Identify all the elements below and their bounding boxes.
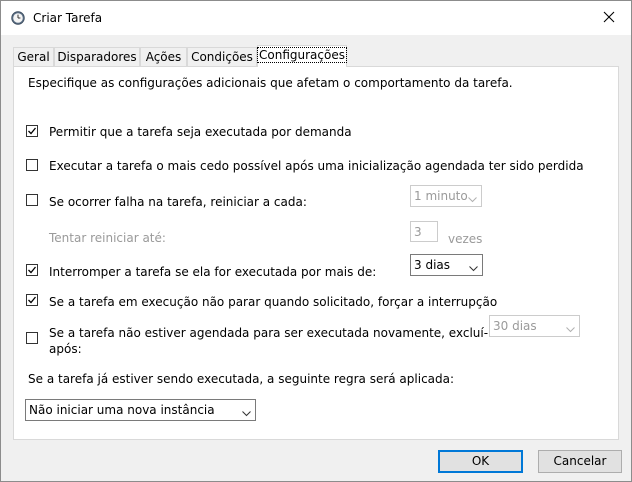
run-after-missed-label: Executar a tarefa o mais cedo possível a…	[49, 159, 584, 173]
force-stop-label: Se a tarefa em execução não parar quando…	[49, 295, 498, 309]
chevron-down-icon	[242, 406, 251, 420]
stop-after-select[interactable]: 3 dias	[410, 254, 483, 276]
chevron-down-icon	[469, 261, 478, 275]
chevron-down-icon	[566, 322, 575, 336]
delete-if-not-scheduled-label-cont: após:	[49, 342, 82, 356]
delete-if-not-scheduled-checkbox[interactable]	[26, 332, 38, 344]
tab-acoes[interactable]: Ações	[140, 47, 187, 66]
cancel-button[interactable]: Cancelar	[538, 450, 622, 473]
allow-on-demand-label: Permitir que a tarefa seja executada por…	[49, 125, 352, 139]
close-button[interactable]	[587, 1, 631, 35]
retry-unit-label: vezes	[448, 232, 483, 246]
ok-button[interactable]: OK	[438, 450, 523, 473]
tab-disparadores[interactable]: Disparadores	[54, 47, 140, 66]
tab-condicoes[interactable]: Condições	[187, 47, 257, 66]
restart-on-failure-checkbox[interactable]	[26, 194, 38, 206]
retry-label: Tentar reiniciar até:	[49, 231, 166, 245]
delete-after-select[interactable]: 30 dias	[489, 315, 580, 337]
clock-icon	[11, 11, 25, 25]
tab-configuracoes[interactable]: Configurações	[257, 45, 347, 67]
settings-panel: Especifique as configurações adicionais …	[13, 66, 619, 440]
run-after-missed-checkbox[interactable]	[26, 159, 38, 171]
close-icon	[603, 11, 615, 26]
title-bar: Criar Tarefa	[1, 1, 631, 35]
settings-description: Especifique as configurações adicionais …	[28, 76, 513, 90]
force-stop-checkbox[interactable]	[26, 294, 38, 306]
delete-if-not-scheduled-label: Se a tarefa não estiver agendada para se…	[49, 326, 499, 340]
window-title: Criar Tarefa	[33, 11, 103, 25]
chevron-down-icon	[468, 192, 477, 206]
restart-on-failure-label: Se ocorrer falha na tarefa, reiniciar a …	[49, 195, 307, 209]
tab-geral[interactable]: Geral	[13, 47, 54, 66]
stop-if-runs-longer-label: Interromper a tarefa se ela for executad…	[49, 265, 377, 279]
allow-on-demand-checkbox[interactable]	[26, 125, 38, 137]
retry-count-input[interactable]: 3	[410, 221, 438, 242]
stop-if-runs-longer-checkbox[interactable]	[26, 264, 38, 276]
rule-select[interactable]: Não iniciar uma nova instância	[25, 399, 256, 421]
create-task-dialog: Criar Tarefa Geral Disparadores Ações Co…	[0, 0, 632, 482]
restart-interval-select[interactable]: 1 minuto	[410, 185, 482, 207]
rule-label: Se a tarefa já estiver sendo executada, …	[28, 372, 455, 386]
